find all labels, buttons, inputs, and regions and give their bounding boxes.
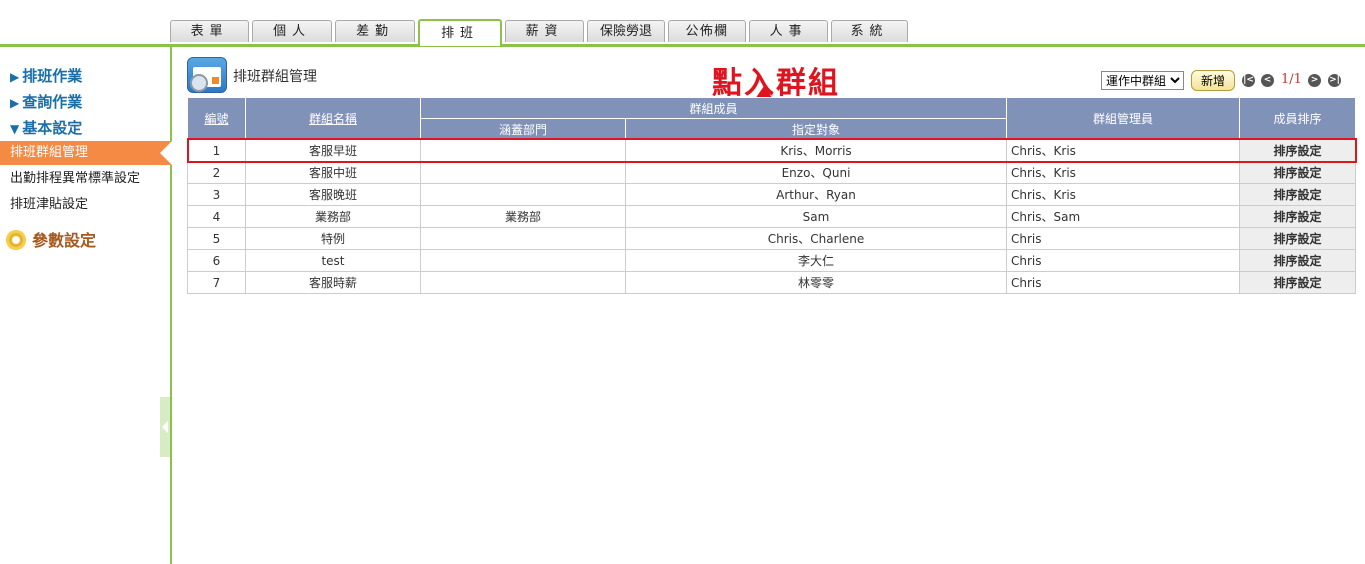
table-row[interactable]: 4 業務部 業務部 Sam Chris、Sam 排序設定: [187, 205, 1357, 228]
sidebar-item-allowance[interactable]: 排班津貼設定: [0, 193, 170, 217]
cell-managers: Chris、Kris: [1006, 139, 1241, 162]
cell-no: 7: [187, 271, 246, 294]
tab-forms[interactable]: 表單: [170, 20, 249, 42]
order-settings-button[interactable]: 排序設定: [1239, 139, 1357, 162]
cell-target: 李大仁: [624, 249, 1008, 272]
table-row[interactable]: 6 test 李大仁 Chris 排序設定: [187, 249, 1357, 272]
tab-bulletin[interactable]: 公佈欄: [668, 20, 746, 42]
sidebar-section-label: 基本設定: [22, 119, 83, 137]
tab-attendance[interactable]: 差勤: [335, 20, 415, 42]
cell-managers: Chris: [1006, 227, 1241, 250]
sidebar-parameter-settings[interactable]: 參數設定: [6, 227, 96, 251]
cell-managers: Chris: [1006, 249, 1241, 272]
cell-dept: [420, 271, 626, 294]
next-page-icon[interactable]: >: [1308, 74, 1321, 87]
cell-managers: Chris、Kris: [1006, 161, 1241, 184]
tab-underline: [0, 44, 1365, 47]
page-title: 排班群組管理: [233, 69, 317, 85]
sidebar-section-label: 查詢作業: [22, 93, 83, 111]
sidebar-collapse-handle[interactable]: [160, 397, 170, 457]
table-row[interactable]: 3 客服晚班 Arthur、Ryan Chris、Kris 排序設定: [187, 183, 1357, 206]
header-group-managers: 群組管理員: [1006, 97, 1241, 140]
header-covered-dept: 涵蓋部門: [420, 118, 626, 140]
cell-managers: Chris、Kris: [1006, 183, 1241, 206]
group-status-select[interactable]: 運作中群組: [1101, 71, 1184, 90]
cell-dept: [420, 249, 626, 272]
table-row[interactable]: 7 客服時薪 林零零 Chris 排序設定: [187, 271, 1357, 294]
sidebar-section-query-ops[interactable]: ▶ 查詢作業: [10, 91, 82, 112]
add-button[interactable]: 新增: [1191, 70, 1235, 91]
cell-group-name[interactable]: 業務部: [245, 205, 421, 228]
group-table: 編號 群組名稱 群組成員 群組管理員 成員排序 涵蓋部門 指定對象 1 客服早班…: [187, 97, 1357, 294]
table-row[interactable]: 2 客服中班 Enzo、Quni Chris、Kris 排序設定: [187, 161, 1357, 184]
cell-target: Kris、Morris: [624, 139, 1008, 162]
sidebar-item-exception-standard[interactable]: 出勤排程異常標準設定: [0, 167, 170, 191]
tab-payroll[interactable]: 薪資: [505, 20, 584, 42]
header-no[interactable]: 編號: [187, 97, 246, 140]
cell-managers: Chris、Sam: [1006, 205, 1241, 228]
collapse-arrow-icon: ▼: [10, 122, 20, 136]
sidebar-section-basic-settings[interactable]: ▼ 基本設定: [10, 117, 82, 138]
cell-no: 6: [187, 249, 246, 272]
cell-dept: [420, 139, 626, 162]
sidebar-section-label: 排班作業: [22, 67, 83, 85]
prev-page-icon[interactable]: <: [1261, 74, 1274, 87]
first-page-icon[interactable]: |<: [1242, 74, 1255, 87]
gear-icon: [6, 230, 26, 250]
cell-no: 4: [187, 205, 246, 228]
parameter-settings-label: 參數設定: [32, 231, 97, 250]
cell-group-name[interactable]: 客服晚班: [245, 183, 421, 206]
tab-list: 表單 個人 差勤 排班 薪資 保險勞退 公佈欄 人事 系統: [170, 19, 908, 46]
cell-target: Enzo、Quni: [624, 161, 1008, 184]
top-nav: 表單 個人 差勤 排班 薪資 保險勞退 公佈欄 人事 系統: [0, 0, 1365, 47]
cell-dept: [420, 227, 626, 250]
page-indicator: 1/1: [1281, 72, 1302, 87]
cell-dept: 業務部: [420, 205, 626, 228]
tab-system[interactable]: 系統: [831, 20, 908, 42]
cell-target: Chris、Charlene: [624, 227, 1008, 250]
sidebar: ▶ 排班作業 ▶ 查詢作業 ▼ 基本設定 排班群組管理 出勤排程異常標準設定 排班津貼…: [0, 47, 172, 564]
order-settings-button[interactable]: 排序設定: [1239, 227, 1357, 250]
tab-insurance[interactable]: 保險勞退: [587, 20, 665, 42]
cell-dept: [420, 161, 626, 184]
cell-group-name[interactable]: 客服早班: [245, 139, 421, 162]
table-row[interactable]: 1 客服早班 Kris、Morris Chris、Kris 排序設定: [187, 139, 1357, 162]
cell-group-name[interactable]: 特例: [245, 227, 421, 250]
cell-group-name[interactable]: 客服中班: [245, 161, 421, 184]
calendar-icon: [187, 57, 227, 93]
cell-no: 2: [187, 161, 246, 184]
cell-no: 3: [187, 183, 246, 206]
sidebar-section-scheduling-ops[interactable]: ▶ 排班作業: [10, 65, 82, 86]
header-group-name[interactable]: 群組名稱: [245, 97, 421, 140]
cell-group-name[interactable]: test: [245, 249, 421, 272]
header-group-members: 群組成員: [419, 97, 1008, 119]
order-settings-button[interactable]: 排序設定: [1239, 205, 1357, 228]
order-settings-button[interactable]: 排序設定: [1239, 249, 1357, 272]
tab-scheduling[interactable]: 排班: [418, 19, 502, 46]
order-settings-button[interactable]: 排序設定: [1239, 183, 1357, 206]
table-row[interactable]: 5 特例 Chris、Charlene Chris 排序設定: [187, 227, 1357, 250]
tab-personal[interactable]: 個人: [252, 20, 332, 42]
header-assigned-target: 指定對象: [624, 118, 1008, 140]
order-settings-button[interactable]: 排序設定: [1239, 161, 1357, 184]
annotation-label: 點入群組: [712, 66, 840, 101]
cell-target: Arthur、Ryan: [624, 183, 1008, 206]
cell-managers: Chris: [1006, 271, 1241, 294]
cell-no: 5: [187, 227, 246, 250]
expand-arrow-icon: ▶: [10, 96, 20, 110]
header-member-order: 成員排序: [1239, 97, 1357, 140]
last-page-icon[interactable]: >|: [1328, 74, 1341, 87]
cell-target: Sam: [624, 205, 1008, 228]
cell-no: 1: [187, 139, 246, 162]
cell-dept: [420, 183, 626, 206]
order-settings-button[interactable]: 排序設定: [1239, 271, 1357, 294]
cell-group-name[interactable]: 客服時薪: [245, 271, 421, 294]
expand-arrow-icon: ▶: [10, 70, 20, 84]
sidebar-item-group-management[interactable]: 排班群組管理: [0, 141, 172, 165]
cell-target: 林零零: [624, 271, 1008, 294]
tab-hr[interactable]: 人事: [749, 20, 828, 42]
